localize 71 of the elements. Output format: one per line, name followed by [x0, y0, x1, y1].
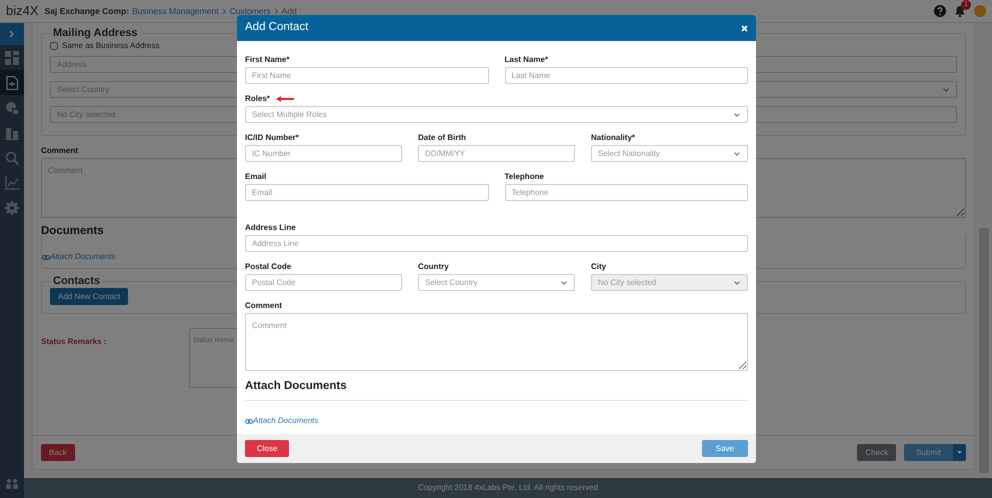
field-label: Country — [418, 262, 449, 272]
field-label: First Name* — [245, 55, 290, 65]
close-icon — [741, 24, 748, 32]
gear-icon — [5, 200, 19, 214]
input-field[interactable]: Email — [245, 184, 488, 201]
avatar[interactable] — [974, 5, 986, 17]
search-icon — [5, 150, 19, 164]
select-field[interactable]: Select Multiple Roles — [245, 106, 748, 123]
section-title: Contacts — [52, 274, 102, 288]
field-label: IC/ID Number* — [245, 133, 299, 143]
arrow-icon — [276, 96, 294, 102]
company-name: Saj Exchange Comp: — [44, 4, 130, 18]
field-label: Roles* — [245, 94, 270, 104]
add-new-contact-button[interactable]: Add New Contact — [50, 288, 128, 304]
sidebar-toggle[interactable] — [0, 23, 24, 45]
check-button[interactable]: Check — [857, 444, 896, 461]
select-field[interactable]: Select Country — [418, 274, 575, 291]
section-title: Documents — [41, 224, 104, 238]
status-remarks-label: Status Remarks : — [41, 336, 108, 348]
field-label: Nationality* — [591, 133, 636, 143]
field-label: Comment — [245, 301, 282, 311]
section-title: Attach Documents — [245, 379, 347, 393]
link-icon — [245, 418, 253, 424]
help-icon[interactable] — [934, 5, 946, 17]
chevron-icon — [274, 8, 279, 14]
dropdown-toggle-button[interactable] — [953, 444, 966, 461]
breadcrumb-current: Add — [282, 4, 297, 18]
field-label: Date of Birth — [418, 133, 466, 143]
copyright-text: Copyright 2018 4xLabs Pte. Ltd. All rights reserved — [24, 478, 992, 498]
chevron-icon — [9, 30, 15, 38]
comment-field[interactable]: Comment — [245, 313, 748, 371]
close-button[interactable]: Close — [245, 440, 290, 456]
attach-documents-link[interactable]: Attach Documents — [245, 415, 318, 427]
checkbox[interactable] — [50, 42, 58, 50]
chevron-icon — [222, 8, 227, 14]
input-field[interactable]: Last Name — [504, 67, 748, 84]
input-field[interactable]: DD/MM/YY — [418, 145, 575, 162]
field-label: City — [591, 262, 606, 272]
save-button[interactable]: Save — [702, 440, 748, 456]
input-field[interactable]: Address Line — [245, 235, 748, 252]
submit-button[interactable]: Submit — [904, 444, 953, 461]
back-button[interactable]: Back — [41, 444, 75, 461]
modal-title: Add Contact — [245, 20, 308, 36]
breadcrumb-link[interactable]: Business Management — [132, 4, 219, 18]
link-icon — [42, 254, 50, 260]
field-label: Postal Code — [245, 262, 292, 272]
sidebar-item[interactable] — [0, 70, 24, 95]
checkbox-label[interactable]: Same as Business Address — [50, 40, 957, 52]
input-field[interactable]: Postal Code — [245, 274, 402, 291]
section-title: Mailing Address — [52, 27, 139, 40]
bell-icon[interactable] — [954, 5, 966, 17]
input-field[interactable]: Telephone — [504, 184, 748, 201]
field-label: Email — [245, 172, 266, 182]
caret-icon — [957, 451, 962, 454]
document-icon — [5, 76, 19, 90]
team-icon[interactable] — [5, 478, 19, 490]
attach-documents-link[interactable]: Attach Documents — [42, 251, 116, 263]
globe-icon — [5, 100, 19, 114]
field-label: Address Line — [245, 223, 296, 233]
logo: biz4X — [6, 4, 39, 18]
field-label: Comment — [41, 146, 78, 156]
field-label: Telephone — [504, 172, 544, 182]
input-field[interactable]: First Name — [245, 67, 488, 84]
chart-icon — [5, 176, 19, 190]
field-label: Last Name* — [504, 55, 548, 65]
close-button[interactable] — [741, 24, 748, 32]
select-field[interactable]: Select Nationality — [591, 145, 748, 162]
dashboard-icon — [5, 50, 19, 64]
breadcrumb-link[interactable]: Customers — [230, 4, 271, 18]
input-field[interactable]: IC Number — [245, 145, 402, 162]
buildings-icon — [5, 126, 19, 140]
